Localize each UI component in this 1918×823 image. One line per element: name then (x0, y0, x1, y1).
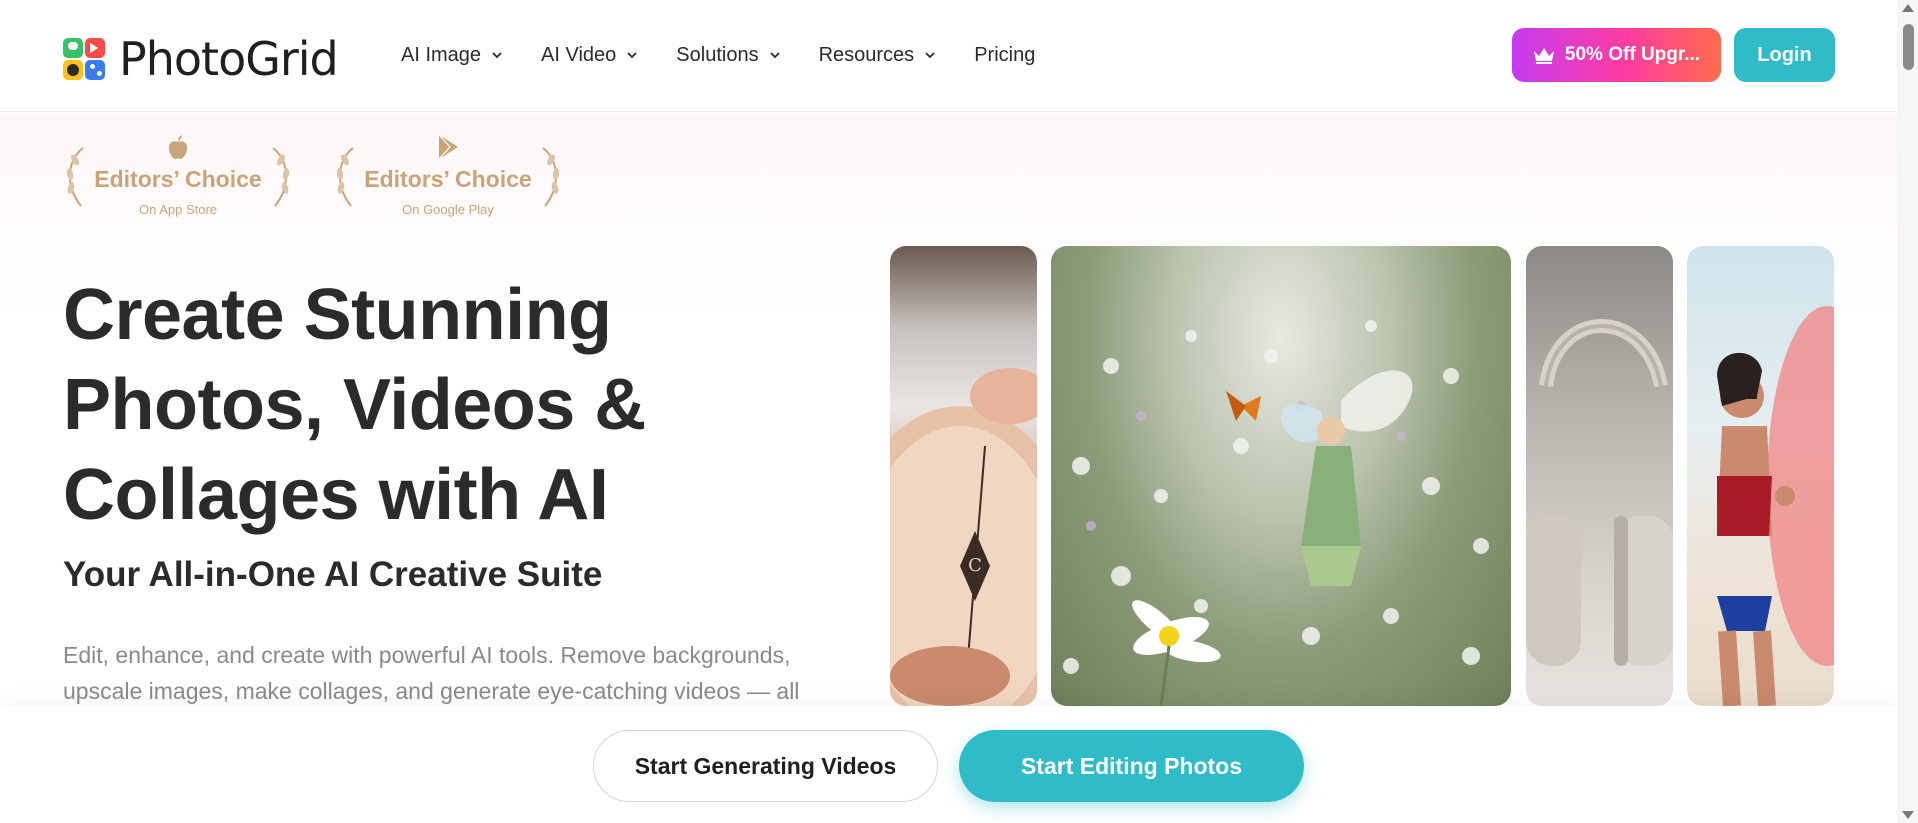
headphones-image (1526, 319, 1673, 666)
badge-google-play: Editors’ Choice On Google Play (333, 134, 563, 224)
media-card-fairy[interactable] (1051, 246, 1511, 706)
scroll-down-arrow-icon[interactable] (1902, 811, 1914, 819)
hero-title: Create Stunning Photos, Videos & Collage… (63, 275, 646, 535)
logo-text: PhotoGrid (119, 32, 339, 86)
nav-item-label: Pricing (974, 43, 1036, 66)
runner-image (1717, 306, 1834, 706)
hero-description: Edit, enhance, and create with powerful … (63, 642, 800, 704)
chevron-down-icon (492, 52, 502, 59)
compact-mirror-image: C (890, 368, 1037, 706)
start-editing-photos-button[interactable]: Start Editing Photos (959, 730, 1304, 802)
media-card-runner[interactable] (1687, 246, 1834, 706)
nav-resources[interactable]: Resources (819, 40, 937, 70)
main-nav: AI Image AI Video Solutions Resources Pr… (401, 40, 1073, 70)
media-card-headphones[interactable] (1526, 246, 1673, 706)
nav-item-label: Solutions (676, 43, 759, 66)
cta-bar (0, 706, 1897, 823)
badge-subtitle: On App Store (138, 202, 218, 217)
badge-app-store: Editors’ Choice On App Store (63, 134, 293, 224)
fairy-image (1063, 320, 1489, 706)
nav-item-label: Resources (818, 43, 915, 66)
nav-ai-image[interactable]: AI Image (401, 40, 503, 70)
chevron-down-icon (925, 52, 935, 59)
google-play-icon (438, 134, 458, 160)
apple-icon (169, 135, 187, 159)
nav-ai-video[interactable]: AI Video (541, 40, 638, 70)
logo[interactable]: PhotoGrid (63, 32, 339, 86)
hero-subtitle: Your All-in-One AI Creative Suite (63, 555, 603, 594)
upgrade-label: 50% Off Upgr... (1564, 44, 1701, 65)
photogrid-logo-icon (63, 38, 105, 80)
media-card-compact-mirror[interactable]: C (890, 246, 1037, 706)
badge-subtitle: On Google Play (402, 202, 494, 217)
badge-title: Editors’ Choice (94, 166, 262, 192)
scrollbar[interactable] (1897, 0, 1918, 823)
upgrade-button[interactable]: 50% Off Upgr... (1512, 28, 1721, 82)
crown-icon (1533, 48, 1554, 64)
scroll-up-arrow-icon[interactable] (1902, 4, 1914, 12)
chevron-down-icon (627, 52, 637, 59)
badge-title: Editors’ Choice (364, 166, 532, 192)
svg-text:C: C (968, 555, 982, 576)
scroll-thumb[interactable] (1903, 24, 1914, 70)
nav-pricing[interactable]: Pricing (974, 40, 1035, 70)
chevron-down-icon (769, 52, 780, 59)
site-header: PhotoGrid AI Image AI Video Solutions Re… (0, 0, 1897, 112)
nav-item-label: AI Image (401, 43, 482, 66)
login-button[interactable]: Login (1734, 28, 1835, 82)
start-generating-videos-button[interactable]: Start Generating Videos (593, 730, 938, 802)
nav-item-label: AI Video (541, 43, 617, 66)
nav-solutions[interactable]: Solutions (676, 40, 780, 70)
